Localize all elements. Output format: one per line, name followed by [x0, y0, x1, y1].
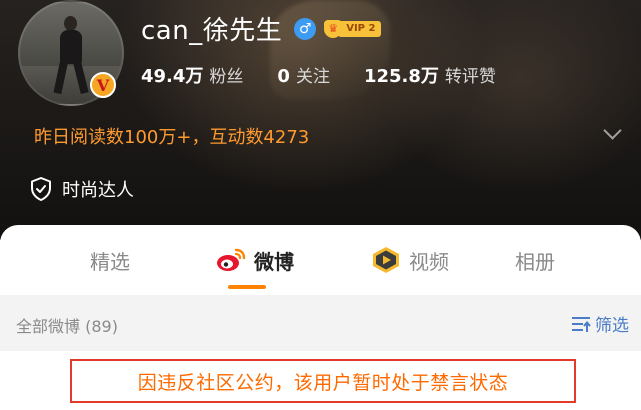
active-tab-indicator	[228, 285, 266, 289]
content-area: 因违反社区公约，该用户暂时处于禁言状态	[0, 351, 641, 410]
stat-value: 49.4万	[141, 66, 204, 87]
tab-label: 精选	[90, 249, 130, 274]
shield-check-icon	[31, 177, 51, 201]
avatar-figure-body	[60, 30, 82, 64]
tab-video[interactable]: 视频	[350, 225, 470, 295]
ban-notice: 因违反社区公约，该用户暂时处于禁言状态	[70, 359, 576, 403]
stat-followers[interactable]: 49.4万 粉丝	[141, 62, 243, 88]
username: can_徐先生	[141, 16, 283, 46]
filter-bar: 全部微博 (89) 筛选	[0, 295, 641, 351]
stat-label: 关注	[295, 67, 330, 87]
avatar-figure-head	[64, 16, 77, 31]
stats-row: 49.4万 粉丝 0 关注 125.8万 转评赞	[141, 62, 530, 88]
stat-label: 粉丝	[209, 67, 244, 87]
read-info[interactable]: 昨日阅读数100万+，互动数4273	[34, 123, 309, 149]
video-play-icon	[371, 246, 401, 274]
tab-label: 相册	[515, 249, 555, 274]
vip-level-label: VIP 2	[338, 20, 382, 37]
stat-label: 转评赞	[444, 67, 496, 87]
all-weibo-count[interactable]: 全部微博 (89)	[16, 313, 118, 337]
male-gender-icon: ♂	[294, 17, 317, 40]
identity-tag-label: 时尚达人	[62, 180, 134, 201]
filter-button[interactable]: 筛选	[571, 311, 629, 336]
tab-label: 微博	[254, 249, 294, 274]
stat-following[interactable]: 0 关注	[277, 62, 330, 87]
name-row: can_徐先生 ♂ ♛ VIP 2	[141, 10, 382, 47]
profile-header: V can_徐先生 ♂ ♛ VIP 2 49.4万 粉丝 0 关注 125.8万…	[0, 0, 641, 240]
crown-icon: ♛	[324, 19, 343, 38]
tab-album[interactable]: 相册	[500, 225, 570, 295]
stat-reposts-comments-likes[interactable]: 125.8万 转评赞	[364, 62, 496, 88]
verified-badge-icon: V	[90, 72, 116, 98]
chevron-down-icon[interactable]	[603, 121, 622, 140]
tab-label: 视频	[409, 249, 449, 274]
tab-featured[interactable]: 精选	[70, 225, 150, 295]
tab-bar: 精选 微博 视频 相册	[0, 225, 641, 295]
stat-value: 0	[277, 66, 290, 87]
vip-badge[interactable]: ♛ VIP 2	[324, 19, 382, 39]
filter-icon	[572, 316, 591, 332]
identity-tag[interactable]: 时尚达人	[30, 176, 134, 202]
stat-value: 125.8万	[363, 66, 439, 87]
weibo-logo-icon	[216, 247, 246, 273]
filter-label: 筛选	[595, 316, 629, 336]
